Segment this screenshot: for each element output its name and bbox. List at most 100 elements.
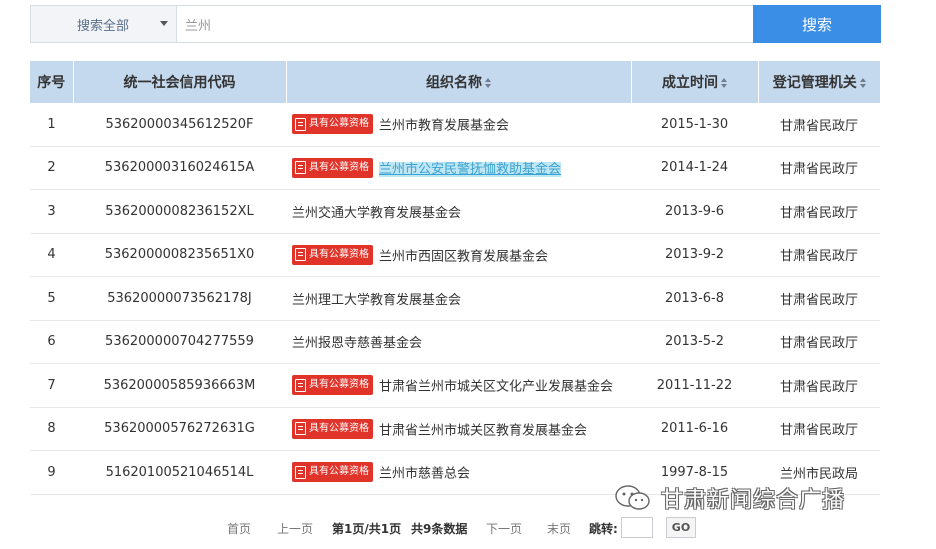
wechat-icon xyxy=(615,485,650,510)
cell-index: 1 xyxy=(30,103,73,147)
badge-label: 具有公募资格 xyxy=(309,422,369,434)
search-input[interactable] xyxy=(177,6,753,42)
table-row: 7 53620000585936663M 具有公募资格 甘肃省兰州市城关区文化产业发展… xyxy=(30,363,880,408)
table-row: 4 5362000008235651X0 具有公募资格 兰州市西固区教育发展基金会 20… xyxy=(30,233,880,277)
go-button[interactable]: GO xyxy=(666,517,696,538)
search-bar: 搜索全部 搜索 xyxy=(30,5,881,43)
badge-label: 具有公募资格 xyxy=(309,248,369,260)
cell-authority: 甘肃省民政厅 xyxy=(758,320,880,364)
cell-founded-date: 2013-9-2 xyxy=(631,233,758,277)
watermark-text: 甘肃新闻综合广播 xyxy=(661,488,846,513)
cell-authority: 甘肃省民政厅 xyxy=(758,146,880,190)
certificate-icon xyxy=(295,465,306,479)
cell-credit-code: 536200000704277559 xyxy=(73,320,286,364)
cell-credit-code: 53620000316024615A xyxy=(73,146,286,190)
search-scope-label: 搜索全部 xyxy=(77,18,130,34)
cell-org-name: 具有公募资格 兰州市西固区教育发展基金会 xyxy=(286,233,631,277)
header-org-name[interactable]: 组织名称 xyxy=(286,61,632,103)
cell-founded-date: 2011-11-22 xyxy=(631,363,758,408)
cell-org-name: 兰州交通大学教育发展基金会 xyxy=(286,189,631,234)
org-name-link[interactable]: 兰州报恩寺慈善基金会 xyxy=(292,336,422,351)
cell-authority: 甘肃省民政厅 xyxy=(758,363,880,408)
org-name-link[interactable]: 兰州市教育发展基金会 xyxy=(379,119,509,134)
cell-founded-date: 2013-6-8 xyxy=(631,276,758,321)
cell-index: 8 xyxy=(30,407,73,451)
certificate-icon xyxy=(295,422,306,436)
cell-authority: 甘肃省民政厅 xyxy=(758,233,880,277)
cell-index: 2 xyxy=(30,146,73,190)
cell-credit-code: 53620000073562178J xyxy=(73,276,286,321)
cell-credit-code: 5362000008235651X0 xyxy=(73,233,286,277)
first-page-link[interactable]: 首页 xyxy=(227,520,251,537)
org-name-link[interactable]: 兰州理工大学教育发展基金会 xyxy=(292,293,461,308)
sort-icon[interactable] xyxy=(721,78,727,88)
header-index: 序号 xyxy=(30,61,74,103)
sort-icon[interactable] xyxy=(485,78,491,88)
header-credit-code: 统一社会信用代码 xyxy=(73,61,287,103)
table-row: 3 5362000008236152XL 兰州交通大学教育发展基金会 2013-9-6… xyxy=(30,189,880,234)
org-name-link[interactable]: 兰州市西固区教育发展基金会 xyxy=(379,249,548,264)
public-fundraising-badge: 具有公募资格 xyxy=(292,462,373,483)
sort-icon[interactable] xyxy=(859,78,866,88)
badge-label: 具有公募资格 xyxy=(309,161,369,173)
badge-label: 具有公募资格 xyxy=(309,118,369,130)
table-row: 1 53620000345612520F 具有公募资格 兰州市教育发展基金会 2015-… xyxy=(30,103,880,147)
page-indicator: 第1页/共1页 xyxy=(332,522,402,536)
cell-credit-code: 51620100521046514L xyxy=(73,450,286,495)
public-fundraising-badge: 具有公募资格 xyxy=(292,375,373,396)
chevron-down-icon xyxy=(160,21,168,26)
cell-index: 9 xyxy=(30,450,73,495)
table-row: 8 53620000576272631G 具有公募资格 甘肃省兰州市城关区教育发展基金… xyxy=(30,407,880,451)
prev-page-link[interactable]: 上一页 xyxy=(277,520,313,537)
header-authority[interactable]: 登记管理机关 xyxy=(758,61,880,103)
badge-label: 具有公募资格 xyxy=(309,466,369,478)
last-page-link[interactable]: 末页 xyxy=(547,520,571,537)
cell-authority: 甘肃省民政厅 xyxy=(758,407,880,451)
certificate-icon xyxy=(295,117,306,131)
public-fundraising-badge: 具有公募资格 xyxy=(292,157,373,178)
table-row: 2 53620000316024615A 具有公募资格 兰州市公安民警抚恤救助基金会 2… xyxy=(30,146,880,190)
search-button[interactable]: 搜索 xyxy=(753,5,881,43)
cell-founded-date: 2013-9-6 xyxy=(631,189,758,234)
cell-authority: 甘肃省民政厅 xyxy=(758,103,880,147)
org-name-link[interactable]: 甘肃省兰州市城关区文化产业发展基金会 xyxy=(379,380,613,395)
watermark: 甘肃新闻综合广播 xyxy=(613,482,845,514)
cell-index: 3 xyxy=(30,189,73,234)
results-table: 序号 统一社会信用代码 组织名称 成立时间 登记管理机关 1 5362000034… xyxy=(30,61,880,495)
cell-authority: 甘肃省民政厅 xyxy=(758,276,880,321)
org-name-link[interactable]: 甘肃省兰州市城关区教育发展基金会 xyxy=(379,423,587,438)
cell-org-name: 兰州报恩寺慈善基金会 xyxy=(286,320,631,364)
jump-page-input[interactable] xyxy=(621,517,653,538)
cell-founded-date: 2015-1-30 xyxy=(631,103,758,147)
table-row: 6 536200000704277559 兰州报恩寺慈善基金会 2013-5-2 甘肃省… xyxy=(30,320,880,364)
cell-credit-code: 53620000576272631G xyxy=(73,407,286,451)
cell-founded-date: 2013-5-2 xyxy=(631,320,758,364)
total-count: 共9条数据 xyxy=(411,522,468,536)
certificate-icon xyxy=(295,378,306,392)
cell-credit-code: 5362000008236152XL xyxy=(73,189,286,234)
public-fundraising-badge: 具有公募资格 xyxy=(292,418,373,439)
public-fundraising-badge: 具有公募资格 xyxy=(292,114,373,135)
table-row: 5 53620000073562178J 兰州理工大学教育发展基金会 2013-6-8… xyxy=(30,276,880,321)
public-fundraising-badge: 具有公募资格 xyxy=(292,244,373,265)
org-name-link[interactable]: 兰州市公安民警抚恤救助基金会 xyxy=(379,162,562,178)
cell-founded-date: 2014-1-24 xyxy=(631,146,758,190)
cell-authority: 甘肃省民政厅 xyxy=(758,189,880,234)
cell-org-name: 兰州理工大学教育发展基金会 xyxy=(286,276,631,321)
certificate-icon xyxy=(295,248,306,262)
next-page-link[interactable]: 下一页 xyxy=(486,520,522,537)
org-name-link[interactable]: 兰州交通大学教育发展基金会 xyxy=(292,206,461,221)
search-scope-dropdown[interactable]: 搜索全部 xyxy=(31,6,177,42)
cell-index: 7 xyxy=(30,363,73,408)
cell-credit-code: 53620000585936663M xyxy=(73,363,286,408)
certificate-icon xyxy=(295,161,306,175)
cell-org-name: 具有公募资格 兰州市公安民警抚恤救助基金会 xyxy=(286,146,631,190)
cell-founded-date: 2011-6-16 xyxy=(631,407,758,451)
cell-org-name: 具有公募资格 兰州市教育发展基金会 xyxy=(286,103,631,147)
cell-org-name: 具有公募资格 甘肃省兰州市城关区文化产业发展基金会 xyxy=(286,363,631,408)
pagination: 首页 上一页 第1页/共1页 共9条数据 下一页 末页 跳转: GO xyxy=(0,515,936,541)
org-name-link[interactable]: 兰州市慈善总会 xyxy=(379,467,470,482)
cell-credit-code: 53620000345612520F xyxy=(73,103,286,147)
cell-index: 5 xyxy=(30,276,73,321)
header-founded-date[interactable]: 成立时间 xyxy=(631,61,759,103)
